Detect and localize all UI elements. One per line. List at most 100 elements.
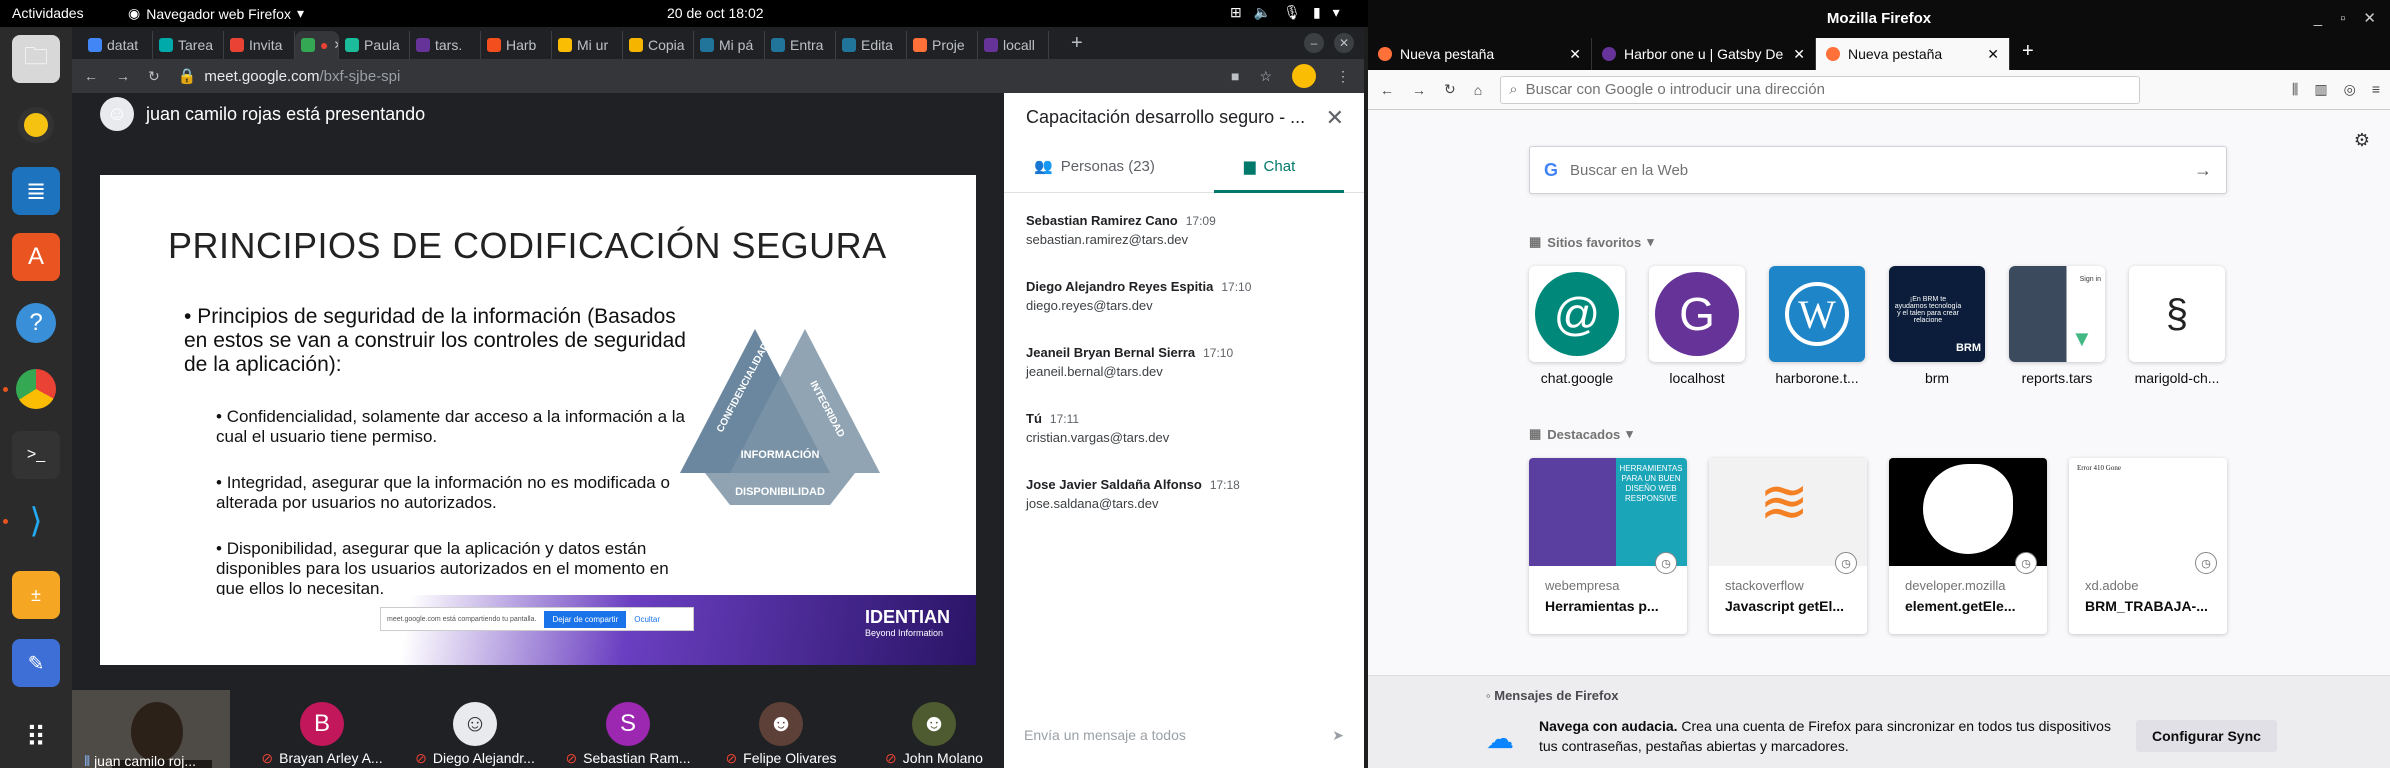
library-icon[interactable]: ⫼	[2292, 81, 2298, 98]
topsite-tile[interactable]: Sign in ▼ reports.tars	[2009, 266, 2105, 386]
reload-icon[interactable]: ↻	[1444, 81, 1456, 98]
chrome-tab[interactable]: Mi pá	[694, 31, 765, 59]
close-window-button[interactable]: ✕	[1334, 33, 1354, 53]
new-tab-button[interactable]: +	[1071, 32, 1083, 55]
message-sender: Sebastian Ramirez Cano	[1026, 213, 1178, 228]
camera-icon[interactable]: ■	[1231, 68, 1239, 84]
firefox-titlebar: Mozilla Firefox _ ▫ ✕	[1368, 0, 2390, 38]
tri-center-label: INFORMACIÓN	[741, 448, 820, 461]
chevron-down-icon: ▾	[296, 5, 304, 21]
firefox-tab[interactable]: Nueva pestaña ✕	[1368, 38, 1592, 70]
help-icon[interactable]: ?	[12, 299, 60, 347]
back-arrow-icon[interactable]: ←	[84, 68, 98, 84]
participant-tile[interactable]: ☺ ⊘ Diego Alejandr...	[400, 702, 550, 768]
thumb-text: HERRAMIENTAS PARA UN BUEN DISEÑO WEB RES…	[1619, 464, 1683, 503]
close-tab-icon[interactable]: ✕	[1987, 46, 1999, 63]
activities-button[interactable]: Actividades	[12, 5, 84, 21]
writer-icon[interactable]: ≣	[12, 167, 60, 215]
chrome-tab[interactable]: tars.	[410, 31, 481, 59]
arrow-right-icon[interactable]: →	[2194, 160, 2212, 181]
address-bar[interactable]: ⌕ Buscar con Google o introducir una dir…	[1500, 75, 2141, 104]
participant-tile[interactable]: ☻ ⊘ John Molano	[859, 702, 1009, 768]
web-search-box[interactable]: G Buscar en la Web →	[1529, 146, 2227, 194]
topsite-tile[interactable]: @ chat.google	[1529, 266, 1625, 386]
forward-arrow-icon[interactable]: →	[116, 68, 130, 84]
chrome-tab[interactable]: Copia	[623, 31, 694, 59]
chat-google-icon: @	[1529, 266, 1625, 362]
app-menu[interactable]: ◉ Navegador web Firefox ▾	[128, 5, 304, 22]
home-icon[interactable]: ⌂	[1474, 82, 1482, 98]
clock[interactable]: 20 de oct 18:02	[667, 5, 764, 21]
topsite-tile[interactable]: Glocalhost	[1649, 266, 1745, 386]
chrome-tab[interactable]: Invita	[224, 31, 295, 59]
highlight-card[interactable]: ◷ developer.mozilla element.getEle...	[1889, 458, 2047, 634]
menu-icon[interactable]: ≡	[2372, 81, 2380, 98]
meeting-details-panel: Capacitación desarrollo seguro - ... ✕ 👥…	[1004, 93, 1364, 768]
firefox-tab[interactable]: Harbor one u | Gatsby De ✕	[1592, 38, 1816, 70]
chat-input[interactable]: Envía un mensaje a todos ➤	[1024, 727, 1344, 744]
software-center-icon[interactable]: A	[12, 233, 60, 281]
close-tab-icon[interactable]: ✕	[1569, 46, 1581, 63]
terminal-icon[interactable]: >_	[12, 431, 60, 479]
vscode-icon[interactable]: ⟩	[12, 497, 60, 545]
close-window-button[interactable]: ✕	[2363, 0, 2376, 38]
chrome-tab[interactable]: Paula	[339, 31, 410, 59]
chrome-tab[interactable]: datat	[82, 31, 153, 59]
chrome-tab[interactable]: Proje	[907, 31, 978, 59]
firefox-tab-active[interactable]: Nueva pestaña ✕	[1816, 38, 2010, 70]
configure-sync-button[interactable]: Configurar Sync	[2136, 720, 2277, 752]
highlight-card[interactable]: HERRAMIENTAS PARA UN BUEN DISEÑO WEB RES…	[1529, 458, 1687, 634]
topsite-tile[interactable]: ¡En BRM te ayudamos tecnología y el tale…	[1889, 266, 1985, 386]
forward-arrow-icon[interactable]: →	[1412, 82, 1426, 98]
chrome-tab[interactable]: Harb	[481, 31, 552, 59]
stop-sharing-button[interactable]: Dejar de compartir	[544, 610, 627, 628]
message-time: 17:10	[1203, 346, 1234, 360]
show-apps-icon[interactable]: ⠿	[12, 713, 60, 761]
participant-tile[interactable]: B ⊘ Brayan Arley A...	[247, 702, 397, 768]
rhythmbox-icon[interactable]	[12, 101, 60, 149]
files-icon[interactable]: 🗀	[12, 35, 60, 83]
chat-message: Tú 17:11 cristian.vargas@tars.dev	[1026, 411, 1169, 445]
sidebar-icon[interactable]: ▥	[2314, 81, 2327, 98]
text-editor-icon[interactable]: ✎	[12, 639, 60, 687]
maximize-button[interactable]: ▫	[2340, 0, 2345, 38]
reload-icon[interactable]: ↻	[148, 68, 160, 85]
tab-people[interactable]: 👥 Personas (23)	[1034, 157, 1155, 176]
calculator-icon[interactable]: ±	[12, 571, 60, 619]
system-tray[interactable]: ⊞ 🔈 🎙 ▮ ▾	[1230, 4, 1340, 21]
chrome-tab[interactable]: locall	[978, 31, 1049, 59]
self-video-tile[interactable]: ⦀ juan camilo roj...	[72, 690, 230, 768]
topsite-tile[interactable]: Wharborone.t...	[1769, 266, 1865, 386]
close-tab-icon[interactable]: ✕	[1793, 46, 1805, 63]
send-icon[interactable]: ➤	[1332, 727, 1344, 744]
chrome-tab[interactable]: Mi ur	[552, 31, 623, 59]
more-menu-icon[interactable]: ⋮	[1336, 68, 1350, 85]
highlight-card[interactable]: Error 410 Gone ◷ xd.adobe BRM_TRABAJA-...	[2069, 458, 2227, 634]
topsites-header[interactable]: ▦ Sitios favoritos ▾	[1529, 234, 1654, 250]
chrome-tab[interactable]: Tarea	[153, 31, 224, 59]
tab-favicon-icon	[159, 38, 173, 52]
highlight-card[interactable]: ≋ ◷ stackoverflow Javascript getEl...	[1709, 458, 1867, 634]
chrome-icon[interactable]	[12, 365, 60, 413]
minimize-button[interactable]: –	[1304, 33, 1324, 53]
back-arrow-icon[interactable]: ←	[1380, 82, 1394, 98]
identian-logo: IDENTIAN Beyond Information	[865, 607, 950, 638]
slide-subbullet: • Disponibilidad, asegurar que la aplica…	[216, 539, 669, 598]
account-icon[interactable]: ◎	[2344, 81, 2356, 98]
chrome-tab-active[interactable]: ●✕	[295, 31, 339, 59]
highlights-header[interactable]: ▦ Destacados ▾	[1529, 426, 1633, 442]
close-panel-icon[interactable]: ✕	[1326, 105, 1344, 131]
tab-chat[interactable]: ▆ Chat	[1244, 157, 1295, 176]
star-icon[interactable]: ☆	[1259, 68, 1272, 85]
address-bar[interactable]: 🔒 meet.google.com/bxf-sjbe-spi	[178, 67, 401, 86]
profile-avatar[interactable]	[1292, 64, 1316, 88]
gear-icon[interactable]: ⚙	[2354, 130, 2370, 151]
new-tab-button[interactable]: +	[2010, 38, 2046, 70]
chrome-tab[interactable]: Entra	[765, 31, 836, 59]
participant-tile[interactable]: ☻ ⊘ Felipe Olivares	[706, 702, 856, 768]
topsite-tile[interactable]: § marigold-ch...	[2129, 266, 2225, 386]
participant-tile[interactable]: S ⊘ Sebastian Ram...	[553, 702, 703, 768]
minimize-button[interactable]: _	[2314, 0, 2322, 38]
hide-button[interactable]: Ocultar	[634, 615, 660, 624]
chrome-tab[interactable]: Edita	[836, 31, 907, 59]
